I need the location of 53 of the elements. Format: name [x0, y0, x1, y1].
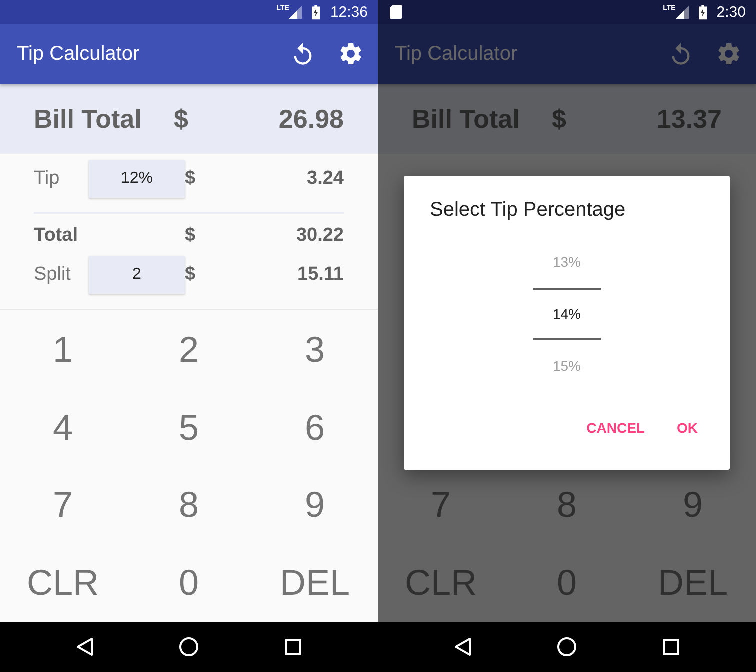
keypad-key[interactable]: 7	[0, 466, 126, 544]
value-field[interactable]: 12%	[89, 160, 185, 198]
keypad-key[interactable]: CLR	[0, 544, 126, 622]
home-icon[interactable]	[179, 637, 199, 657]
percentage-option[interactable]: 15%	[533, 340, 601, 392]
settings-icon[interactable]	[340, 42, 362, 66]
row-amount: 15.11	[296, 264, 344, 286]
dialog-button[interactable]: CANCEL	[574, 412, 657, 444]
row-label: Split	[34, 264, 72, 286]
keypad-key[interactable]: 4	[0, 388, 126, 466]
value-field[interactable]: 2	[89, 256, 185, 294]
keypad-key[interactable]: 0	[126, 544, 252, 622]
currency-sign: $	[185, 225, 197, 247]
overview-icon[interactable]	[661, 637, 681, 657]
signal-icon	[289, 6, 302, 18]
app-title: Tip Calculator	[17, 42, 141, 66]
keypad-key[interactable]: 3	[252, 311, 378, 389]
app-title: Tip Calculator	[395, 42, 519, 66]
back-icon[interactable]	[453, 637, 473, 657]
currency-sign: $	[552, 104, 568, 134]
home-icon[interactable]	[557, 637, 577, 657]
bill-total-label: Bill Total	[34, 104, 143, 134]
currency-sign: $	[174, 104, 190, 134]
settings-icon[interactable]	[718, 42, 740, 66]
keypad-key[interactable]: 1	[0, 311, 126, 389]
reset-icon[interactable]	[292, 42, 314, 66]
keypad-key[interactable]: 5	[126, 388, 252, 466]
row-label: Total	[34, 225, 79, 247]
currency-sign: $	[185, 264, 197, 286]
battery-icon	[312, 4, 320, 20]
keypad-key[interactable]: 9	[252, 466, 378, 544]
overview-icon[interactable]	[283, 637, 303, 657]
keypad-key[interactable]: 8	[126, 466, 252, 544]
bill-amount: 13.37	[656, 104, 722, 134]
clock: 12:36	[330, 4, 368, 20]
dialog-button[interactable]: OK	[665, 412, 710, 444]
back-icon[interactable]	[75, 637, 95, 657]
dialog-title: Select Tip Percentage	[429, 198, 627, 222]
row-amount: 30.22	[295, 225, 344, 247]
bill-amount: 26.98	[278, 104, 344, 134]
reset-icon[interactable]	[670, 42, 692, 66]
bill-total-label: Bill Total	[412, 104, 521, 134]
currency-sign: $	[185, 168, 197, 190]
signal-icon	[676, 6, 689, 18]
clock: 2:30	[716, 4, 746, 20]
percentage-option[interactable]: 14%	[533, 288, 601, 340]
keypad-key[interactable]: 6	[252, 388, 378, 466]
keypad-key[interactable]: DEL	[252, 544, 378, 622]
percentage-option[interactable]: 13%	[533, 236, 601, 288]
keypad-key[interactable]: 2	[126, 311, 252, 389]
row-amount: 3.24	[306, 168, 344, 190]
row-label: Tip	[34, 168, 61, 190]
battery-icon	[698, 4, 707, 20]
